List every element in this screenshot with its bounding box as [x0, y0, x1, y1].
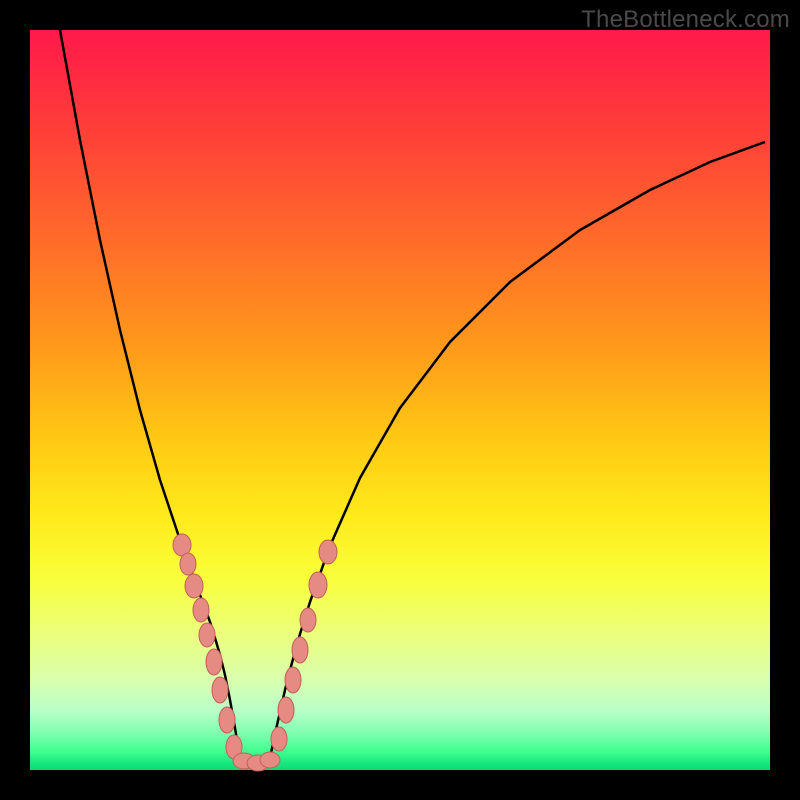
- right-marker-4: [300, 608, 316, 632]
- chart-frame: TheBottleneck.com: [0, 0, 800, 800]
- left-marker-2: [185, 574, 203, 598]
- right-marker-6: [319, 540, 337, 564]
- right-marker-2: [285, 667, 301, 693]
- right-marker-0: [271, 727, 287, 751]
- left-marker-7: [219, 707, 235, 733]
- right-marker-1: [278, 697, 294, 723]
- left-marker-1: [180, 553, 196, 575]
- data-markers: [173, 534, 337, 771]
- curve-right: [270, 142, 765, 758]
- left-marker-5: [206, 649, 222, 675]
- left-marker-6: [212, 677, 228, 703]
- right-marker-3: [292, 637, 308, 663]
- left-marker-3: [193, 598, 209, 622]
- right-marker-5: [309, 572, 327, 598]
- watermark-text: TheBottleneck.com: [581, 6, 790, 34]
- chart-svg: [30, 30, 770, 770]
- plot-area: [30, 30, 770, 770]
- floor-marker-2: [260, 752, 280, 768]
- left-marker-4: [199, 623, 215, 647]
